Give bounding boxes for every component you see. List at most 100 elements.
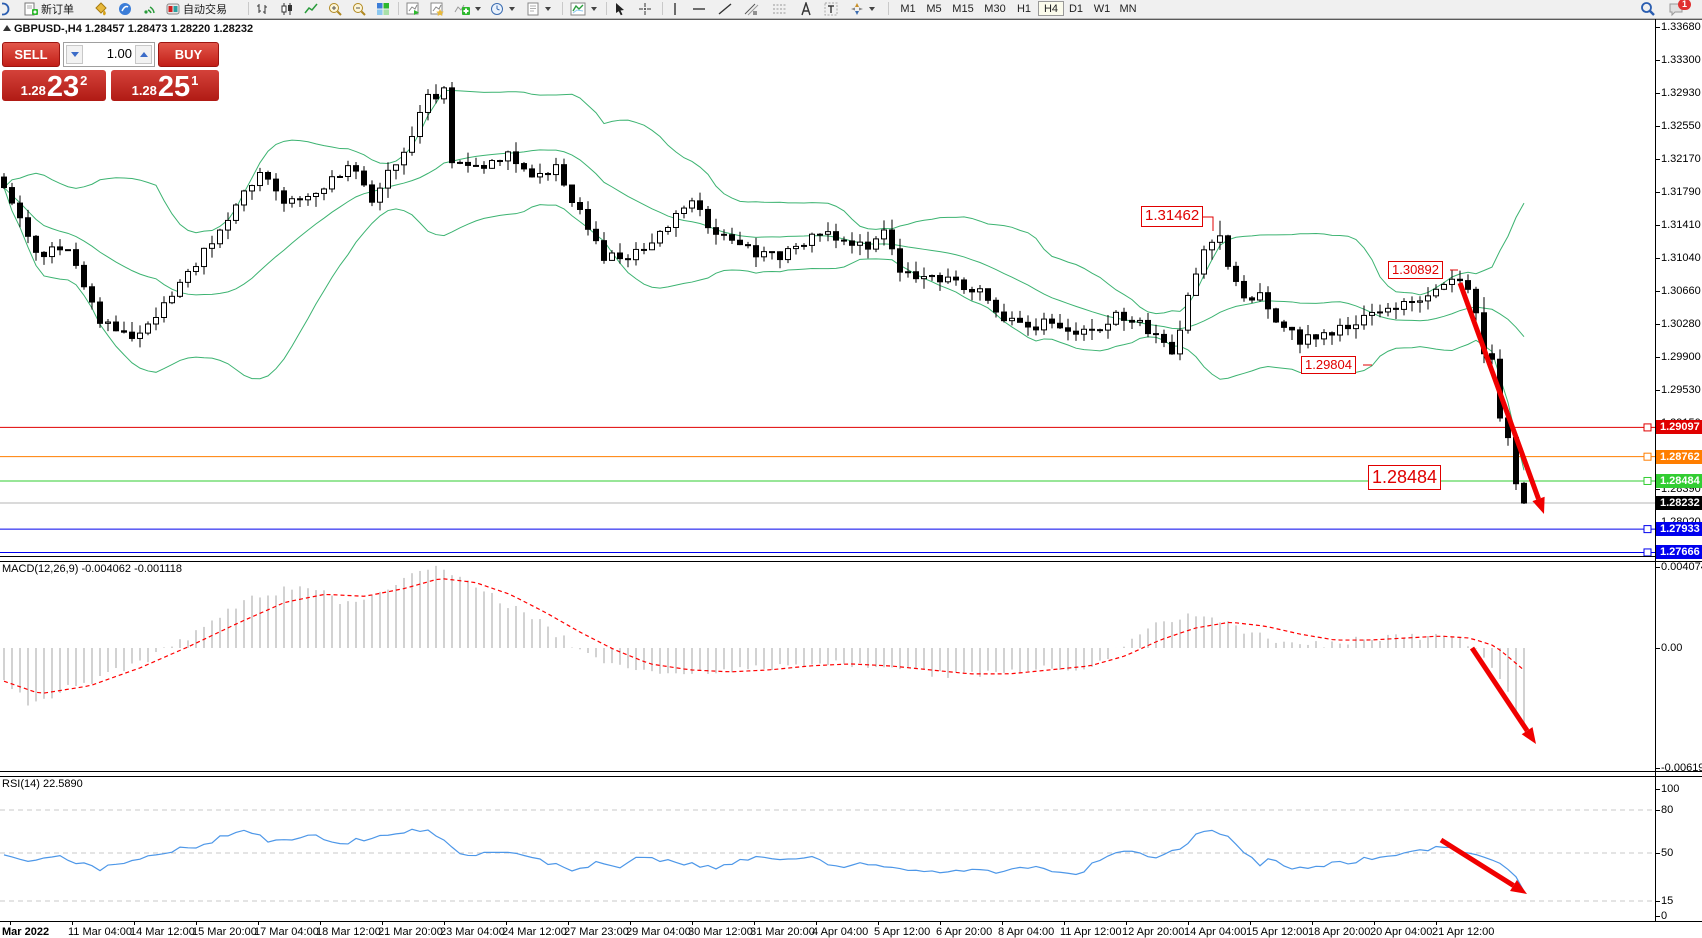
price-annotation-box[interactable]: 1.31462 [1141,206,1203,227]
crosshair-tool-icon[interactable] [636,1,654,17]
price-tick-mark [1655,390,1660,391]
timeframe-H1[interactable]: H1 [1012,1,1036,16]
timeframe-M15[interactable]: M15 [948,1,978,16]
trend-arrow[interactable] [1472,648,1536,744]
time-label: 12 Apr 20:00 [1122,926,1184,938]
vertical-line-tool-icon[interactable] [668,1,682,17]
autotrade-button[interactable]: 自动交易 [164,1,229,17]
macd-panel[interactable] [0,560,1702,771]
time-label: 27 Mar 23:00 [564,926,629,938]
timeframe-M30[interactable]: M30 [980,1,1010,16]
price-annotation-box[interactable]: 1.29804 [1301,356,1356,374]
horizontal-line-tool-icon[interactable] [690,1,708,17]
time-tick-mark [1064,922,1065,925]
text-label-tool-icon[interactable] [822,1,840,17]
toolbar-separator [888,2,889,15]
profiles-icon[interactable] [428,1,446,17]
price-tick-mark [1655,159,1660,160]
indicators-icon [454,2,470,16]
periods-icon[interactable] [488,1,517,17]
partial-icon[interactable] [0,1,12,17]
price-tick-label: 1.31790 [1661,186,1701,198]
time-axis[interactable]: Mar 202211 Mar 04:0014 Mar 12:0015 Mar 2… [0,921,1702,938]
fibo-levels-tool-icon [772,2,788,16]
volume-input[interactable]: 1.00 [63,42,155,67]
rsi-tick-mark [1655,853,1660,854]
rsi-plot [0,810,1655,901]
chart-type-icon[interactable] [568,1,599,17]
time-label: 18 Apr 20:00 [1308,926,1370,938]
timeframe-H4[interactable]: H4 [1038,1,1064,16]
tile-windows-icon[interactable] [374,1,392,17]
chat-icon[interactable]: 1 [1666,1,1686,17]
time-label: 15 Mar 20:00 [192,926,257,938]
price-tick-mark [1655,324,1660,325]
cursor-tool-icon[interactable] [612,1,628,17]
chevron-down-icon [545,7,551,11]
templates-icon[interactable] [524,1,553,17]
line-chart-icon [304,2,318,16]
time-label: 17 Mar 04:00 [254,926,319,938]
timeframe-MN[interactable]: MN [1116,1,1140,16]
rsi-panel[interactable] [0,775,1702,921]
zoom-in-icon[interactable] [326,1,344,17]
price-tick-mark [1655,192,1660,193]
sell-price-big: 23 [47,74,79,100]
rsi-label: RSI(14) 22.5890 [2,778,83,790]
timeframe-M1[interactable]: M1 [896,1,920,16]
timeframe-D1[interactable]: D1 [1064,1,1088,16]
rsi-axis-label: 15 [1661,895,1673,907]
new-chart-icon[interactable] [404,1,422,17]
time-label: 18 Mar 12:00 [316,926,381,938]
zoom-out-icon[interactable] [350,1,368,17]
price-tick-label: 1.32550 [1661,120,1701,132]
time-label: 31 Mar 20:00 [750,926,815,938]
toolbar-separator [398,2,399,15]
time-tick-mark [1436,922,1437,925]
indicators-icon[interactable] [452,1,483,17]
bar-chart-icon[interactable] [254,1,272,17]
time-tick-mark [72,922,73,925]
rsi-tick-mark [1655,789,1660,790]
price-tag-1.27666: 1.27666 [1656,545,1702,559]
arrows-tool-icon[interactable] [848,1,877,17]
trend-arrow[interactable] [1460,283,1545,514]
mt4-window: 新订单 自动交易 M1M5M15M30H1H4D1W1MN 1 GBPUSD-,H4 … [0,0,1702,938]
chart-ohlc-title: GBPUSD-,H4 1.28457 1.28473 1.28220 1.282… [14,23,253,35]
text-tool-icon[interactable] [798,1,814,17]
sell-price-display[interactable]: 1.28 23 2 [2,70,106,101]
volume-value[interactable]: 1.00 [86,46,132,61]
timeframe-W1[interactable]: W1 [1090,1,1114,16]
styles-bucket-icon[interactable] [92,1,110,17]
price-chart[interactable] [0,20,1702,556]
horizontal-lines[interactable] [0,424,1655,556]
volume-increase-button[interactable] [135,45,152,64]
buy-button[interactable]: BUY [158,42,219,67]
price-annotation-box[interactable]: 1.30892 [1388,261,1443,279]
timeframe-M5[interactable]: M5 [922,1,946,16]
new-order-button[interactable]: 新订单 [22,1,76,17]
search-icon[interactable] [1638,1,1658,17]
community-icon[interactable] [116,1,134,17]
time-tick-mark [692,922,693,925]
buy-price-display[interactable]: 1.28 25 1 [111,70,219,101]
trendline-tool-icon[interactable] [716,1,734,17]
volume-decrease-button[interactable] [66,45,83,64]
trend-arrow[interactable] [1441,840,1527,894]
chevron-down-icon [509,7,515,11]
price-tag-1.28762: 1.28762 [1656,450,1702,464]
price-tick-mark [1655,93,1660,94]
time-label: 11 Mar 04:00 [68,926,132,938]
time-label: 11 Apr 12:00 [1060,926,1122,938]
price-tick-label: 1.31410 [1661,219,1701,231]
fibo-levels-tool-icon[interactable] [770,1,790,17]
time-label: Mar 2022 [2,926,49,938]
line-chart-icon[interactable] [302,1,320,17]
time-label: 4 Apr 04:00 [812,926,868,938]
price-annotation-box[interactable]: 1.28484 [1368,465,1441,490]
fibonacci-tool-icon[interactable] [742,1,762,17]
signals-icon[interactable] [140,1,158,17]
candlestick-chart-icon[interactable] [278,1,296,17]
sell-button[interactable]: SELL [2,42,60,67]
price-tick-mark [1655,291,1660,292]
